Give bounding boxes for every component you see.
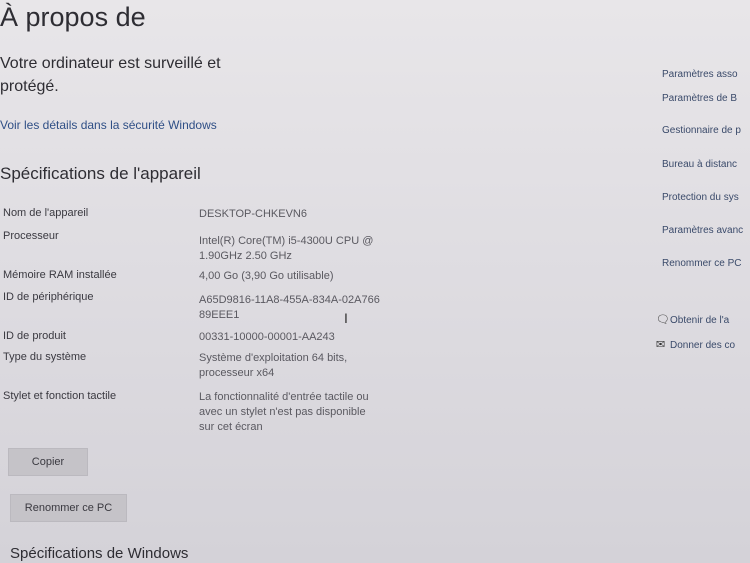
spec-label: Processeur [3,230,59,242]
related-link-system-protection[interactable]: Protection du sys [662,192,750,203]
spec-label: Nom de l'appareil [3,207,89,219]
spec-label: Mémoire RAM installée [3,269,117,281]
related-link-associated-settings[interactable]: Paramètres asso [662,69,750,80]
copy-button[interactable]: Copier [8,448,88,476]
rename-pc-button[interactable]: Renommer ce PC [10,494,127,522]
spec-value: A65D9816-11A8-455A-834A-02A766 89EEE1 [199,294,380,321]
related-link-device-manager[interactable]: Gestionnaire de p [662,125,750,136]
related-link-advanced-settings[interactable]: Paramètres avanc [662,225,750,236]
spec-value: La fonctionnalité d'entrée tactile ou av… [199,391,369,433]
spec-label: Type du système [3,351,87,363]
text-cursor-icon: I [344,310,348,326]
feedback-icon: ✉ [656,339,666,351]
protection-status: Votre ordinateur est surveillé et protég… [0,55,221,95]
get-help-label: Obtenir de l'a [670,315,730,326]
spec-label: ID de périphérique [3,291,94,303]
spec-value: 00331-10000-00001-AA243 [199,331,335,343]
related-link-bitlocker[interactable]: Paramètres de B [662,93,750,104]
device-specs-title: Spécifications de l'appareil [0,164,201,183]
give-feedback-label: Donner des co [670,340,736,351]
related-link-rename-pc[interactable]: Renommer ce PC [662,258,750,269]
security-details-link[interactable]: Voir les détails dans la sécurité Window… [0,118,217,132]
spec-label: Stylet et fonction tactile [3,390,117,402]
spec-value: Système d'exploitation 64 bits, processe… [199,352,348,379]
windows-specs-title: Spécifications de Windows [10,545,189,562]
related-link-remote-desktop[interactable]: Bureau à distanc [662,159,750,170]
spec-label: ID de produit [3,330,66,342]
give-feedback-link[interactable]: ✉ Donner des co [656,338,750,351]
spec-value: DESKTOP-CHKEVN6 [199,208,307,220]
page-title: À propos de [0,2,146,32]
spec-value: Intel(R) Core(TM) i5-4300U CPU @ 1.90GHz… [199,235,374,262]
spec-value: 4,00 Go (3,90 Go utilisable) [199,270,334,282]
help-chat-icon: 🗨 [656,314,670,326]
get-help-link[interactable]: 🗨Obtenir de l'a [656,313,750,326]
